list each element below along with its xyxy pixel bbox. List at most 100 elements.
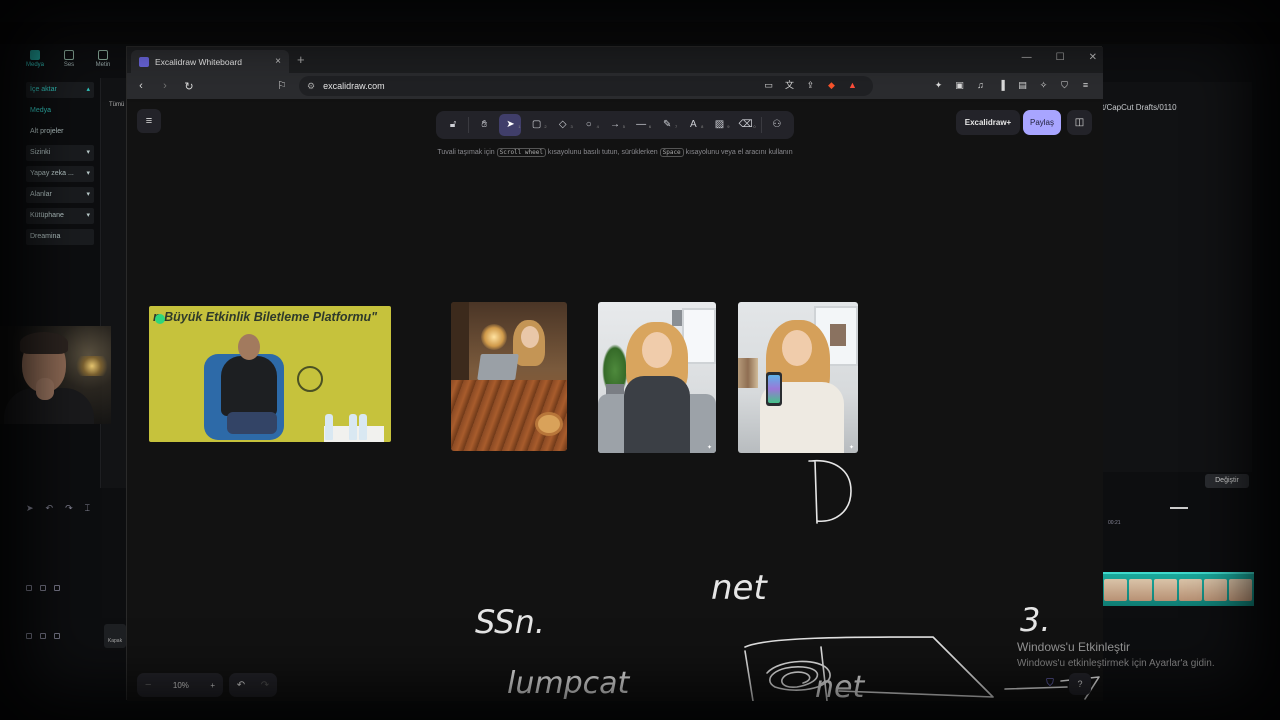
- tool-text[interactable]: Metin: [88, 48, 118, 74]
- browser-window: Excalidraw Whiteboard × + — ☐ ✕ ‹ › ↻ ⚐ …: [126, 46, 1103, 701]
- more-tools-icon[interactable]: ⚇: [766, 114, 788, 136]
- bookshelf: [451, 302, 469, 382]
- lock-icon[interactable]: 🔓︎: [442, 114, 464, 136]
- cast-icon[interactable]: ▭: [763, 80, 774, 91]
- track-audio-icon[interactable]: [54, 633, 60, 639]
- vpn-icon[interactable]: ⛉: [1059, 80, 1070, 91]
- cover-button[interactable]: Kapak: [104, 624, 126, 648]
- smartphone: [766, 372, 782, 406]
- canvas-image-event-photo[interactable]: n Büyük Etkinlik Biletleme Platformu": [149, 306, 391, 442]
- extensions-icon[interactable]: ✦: [933, 80, 944, 91]
- handwriting-ssn: SSn.: [475, 603, 545, 641]
- brave-rewards-icon[interactable]: ▲: [847, 80, 858, 91]
- zoom-level[interactable]: 10%: [173, 681, 189, 690]
- timeline-zoom-slider[interactable]: [1170, 507, 1188, 509]
- sidebar-item-yours[interactable]: Sizinki ▾: [26, 145, 94, 161]
- brave-shields-icon[interactable]: ◆: [826, 80, 837, 91]
- browser-nav-bar: ‹ › ↻ ⚐ ⚙ excalidraw.com ▭ 文 ⇪ ◆ ▲ ✦ ▣ ♫…: [127, 73, 1103, 99]
- clip-thumbnail: [1129, 579, 1152, 601]
- event-banner-text: n Büyük Etkinlik Biletleme Platformu": [153, 310, 378, 324]
- drawn-scribble-circle: [766, 660, 831, 691]
- track-lock-icon[interactable]: [26, 633, 32, 639]
- hand-tool-icon[interactable]: ✋︎: [473, 114, 495, 136]
- sidebar-item-subprojects[interactable]: Alt projeler: [26, 124, 94, 140]
- wallet-icon[interactable]: ▤: [1017, 80, 1028, 91]
- windows-activation-watermark: Windows'u Etkinleştir Windows'u etkinleş…: [1017, 640, 1267, 669]
- rectangle-tool-icon[interactable]: ▢ 2: [526, 114, 548, 136]
- chevron-down-icon: ▾: [86, 212, 90, 219]
- bookmark-icon[interactable]: ⚐: [277, 79, 287, 92]
- sidebar-item-library[interactable]: Kütüphane ▾: [26, 208, 94, 224]
- water-bottles: [319, 406, 379, 440]
- track-lock-icon[interactable]: [26, 585, 32, 591]
- translate-icon[interactable]: 文: [784, 80, 795, 91]
- toolbar-divider: [760, 117, 762, 133]
- ellipse-tool-icon[interactable]: ○ 4: [578, 114, 600, 136]
- track-visibility-icon[interactable]: [40, 633, 46, 639]
- undo-icon[interactable]: ↶: [237, 680, 245, 691]
- leo-ai-icon[interactable]: ✧: [1038, 80, 1049, 91]
- back-icon[interactable]: ‹: [131, 80, 151, 92]
- undo-icon[interactable]: ↶: [46, 503, 54, 514]
- sidebar-item-label: Sizinki: [30, 149, 51, 156]
- excalidraw-plus-button[interactable]: Excalidraw+: [956, 110, 1020, 135]
- excalidraw-canvas[interactable]: ≡ 🔓︎ ✋︎ ➤ 1 ▢ 2 ◇ 3 ○ 4 → 5 —6 ✎ 7 A8 ▨ 9 ⌫ 0 ⚇ …: [127, 99, 1103, 701]
- hint-key: Scroll wheel: [496, 148, 546, 157]
- speaker-figure: [221, 334, 277, 442]
- menu-icon[interactable]: ≡: [1080, 80, 1091, 91]
- sidebar-item-ai[interactable]: Yapay zeka ... ▾: [26, 166, 94, 182]
- reload-icon[interactable]: ↻: [179, 80, 199, 93]
- forward-icon[interactable]: ›: [155, 80, 175, 92]
- draw-tool-icon[interactable]: ✎ 7: [656, 114, 678, 136]
- track-visibility-icon[interactable]: [40, 585, 46, 591]
- redo-icon[interactable]: ↷: [65, 503, 73, 514]
- timeline-video-clip[interactable]: [1102, 572, 1254, 606]
- tool-media[interactable]: Medya: [20, 48, 50, 74]
- track-audio-icon[interactable]: [54, 585, 60, 591]
- help-icon[interactable]: ?: [1069, 673, 1091, 695]
- music-icon[interactable]: ♫: [975, 80, 986, 91]
- extension-icons: ✦ ▣ ♫ ▐ ▤ ✧ ⛉ ≡: [933, 80, 1091, 91]
- sparkle-icon: ✦: [706, 445, 712, 451]
- arrow-tool-icon[interactable]: → 5: [604, 114, 626, 136]
- audio-icon: [64, 50, 74, 60]
- activation-subtitle: Windows'u etkinleştirmek için Ayarlar'a …: [1017, 658, 1215, 669]
- new-tab-icon[interactable]: +: [297, 52, 305, 67]
- change-button[interactable]: Değiştir: [1205, 474, 1249, 488]
- minimize-icon[interactable]: —: [1022, 52, 1032, 63]
- lamp-glow: [481, 324, 507, 350]
- tool-audio[interactable]: Ses: [54, 48, 84, 74]
- line-tool-icon[interactable]: —6: [630, 114, 652, 136]
- timeline-track-controls: [20, 582, 100, 594]
- redo-icon[interactable]: ↷: [261, 680, 269, 691]
- text-tool-icon[interactable]: A8: [682, 114, 704, 136]
- select-cursor-icon[interactable]: ➤: [26, 503, 34, 514]
- sidebar-item-spaces[interactable]: Alanlar ▾: [26, 187, 94, 203]
- maximize-icon[interactable]: ☐: [1056, 52, 1065, 63]
- shield-icon[interactable]: ⛉: [1041, 675, 1059, 693]
- sidebar-item-media[interactable]: Medya: [26, 103, 94, 119]
- address-bar-actions: ▭ 文 ⇪ ◆ ▲: [763, 80, 858, 91]
- zoom-in-icon[interactable]: +: [210, 681, 215, 690]
- library-sidebar-icon[interactable]: ◫: [1067, 110, 1092, 135]
- main-menu-icon[interactable]: ≡: [137, 109, 161, 133]
- share-icon[interactable]: ⇪: [805, 80, 816, 91]
- diamond-tool-icon[interactable]: ◇ 3: [552, 114, 574, 136]
- sidebar-item-dreamina[interactable]: Dreamina: [26, 229, 94, 245]
- sidebar-item-import[interactable]: İçe aktar ▴: [26, 82, 94, 98]
- browser-tab-excalidraw[interactable]: Excalidraw Whiteboard ×: [131, 50, 289, 73]
- selection-tool-icon[interactable]: ➤ 1: [499, 114, 522, 136]
- close-icon[interactable]: ×: [275, 56, 281, 67]
- canvas-image-woman-in-bed[interactable]: [451, 302, 567, 451]
- canvas-image-woman-with-phone[interactable]: ✦: [738, 302, 858, 453]
- eraser-tool-icon[interactable]: ⌫ 0: [735, 114, 757, 136]
- canvas-image-woman-on-sofa[interactable]: ✦: [598, 302, 716, 453]
- zoom-out-icon[interactable]: −: [145, 679, 151, 691]
- share-button[interactable]: Paylaş: [1023, 110, 1061, 135]
- sidebar-toggle-icon[interactable]: ▐: [996, 80, 1007, 91]
- split-icon[interactable]: ⌶: [85, 503, 90, 514]
- screenshot-icon[interactable]: ▣: [954, 80, 965, 91]
- site-settings-icon[interactable]: ⚙: [307, 81, 315, 92]
- close-window-icon[interactable]: ✕: [1089, 52, 1097, 63]
- image-tool-icon[interactable]: ▨ 9: [708, 114, 730, 136]
